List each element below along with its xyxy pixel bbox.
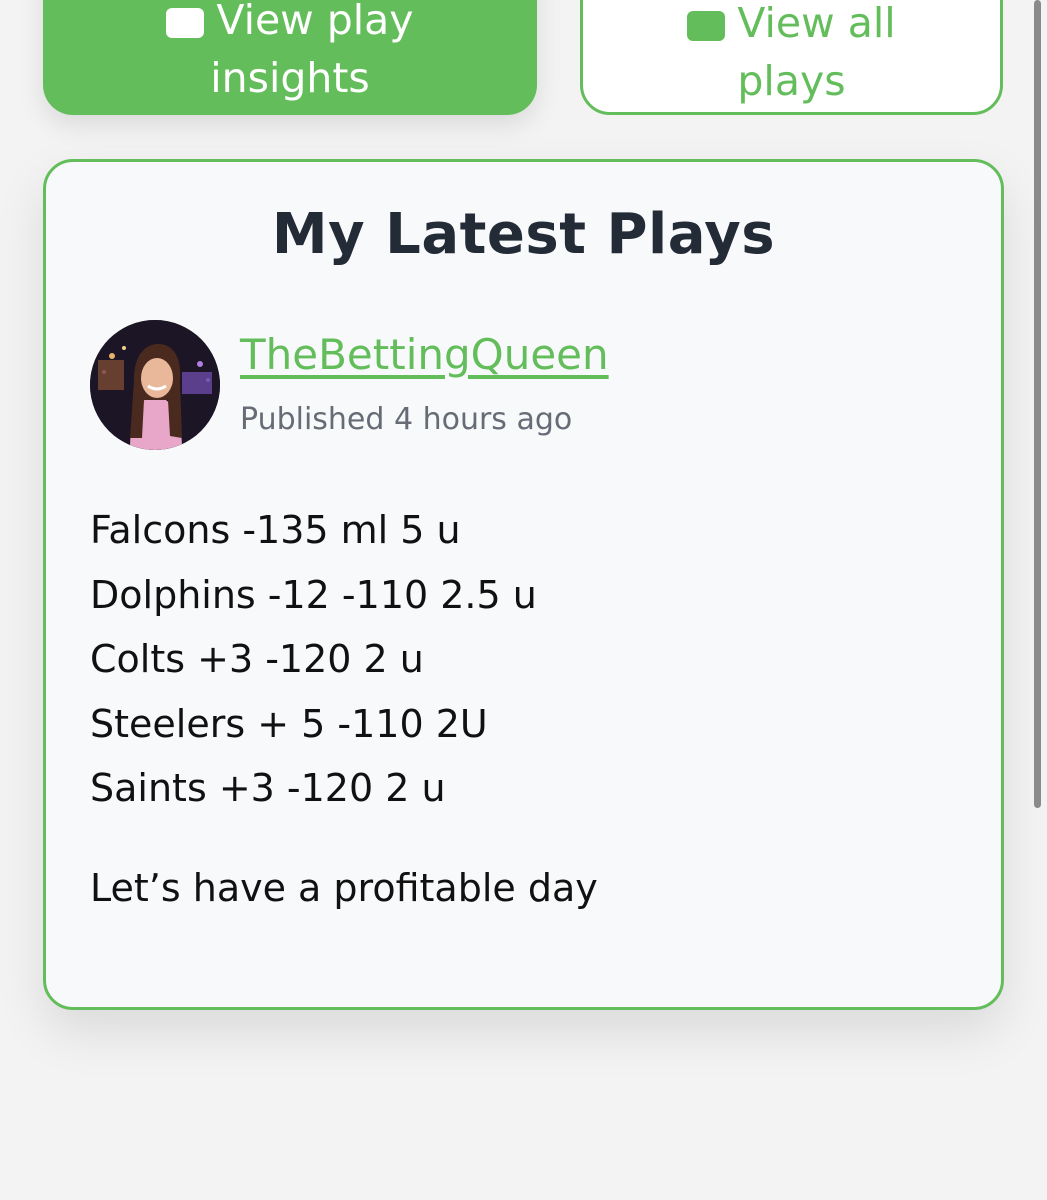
view-all-plays-label: plays — [737, 57, 846, 105]
play-item: Dolphins -12 -110 2.5 u — [90, 572, 537, 617]
scrollbar[interactable] — [1034, 0, 1041, 808]
view-play-insights-button[interactable]: View play insights — [43, 0, 537, 115]
published-time: Published 4 hours ago — [240, 402, 573, 437]
play-item: Falcons -135 ml 5 u — [90, 508, 461, 552]
view-all-plays-label-top: View all — [737, 0, 896, 47]
list-icon — [687, 11, 726, 41]
insights-icon — [166, 8, 205, 38]
view-play-insights-line1: View play — [43, 0, 537, 48]
latest-plays-card: My Latest Plays TheBettingQueen Publishe… — [43, 159, 1004, 1010]
page: View play insights View all plays My Lat… — [0, 0, 1047, 1200]
view-play-insights-label: insights — [210, 54, 370, 102]
author-link[interactable]: TheBettingQueen — [240, 330, 609, 379]
closing-message: Let’s have a profitable day — [90, 866, 598, 910]
avatar[interactable] — [90, 320, 220, 450]
play-item: Colts +3 -120 2 u — [90, 637, 424, 681]
avatar-photo — [90, 320, 220, 450]
view-play-insights-label-top: View play — [216, 0, 414, 44]
play-item: Steelers + 5 -110 2U — [90, 701, 488, 746]
view-all-plays-line1: View all — [583, 0, 1000, 51]
view-all-plays-button[interactable]: View all plays — [580, 0, 1003, 115]
plays-list: Falcons -135 ml 5 u Dolphins -12 -110 2.… — [90, 498, 537, 821]
card-title: My Latest Plays — [271, 202, 776, 267]
play-item: Saints +3 -120 2 u — [90, 766, 446, 810]
